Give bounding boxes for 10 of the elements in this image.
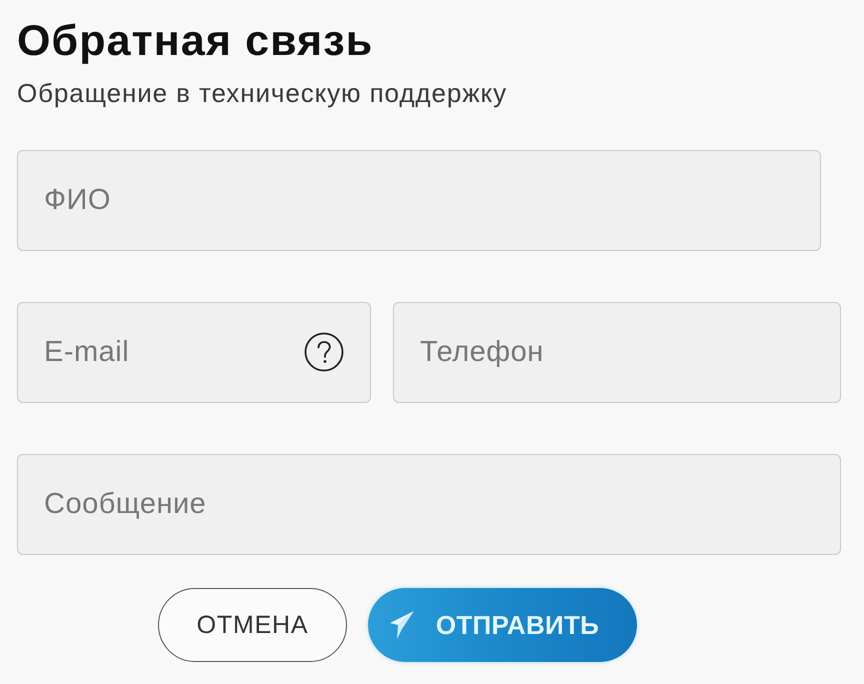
name-field[interactable]: ФИО [17, 150, 821, 251]
email-field[interactable]: E-mail [17, 302, 371, 403]
cancel-button[interactable]: ОТМЕНА [158, 588, 347, 662]
help-icon[interactable] [304, 332, 344, 372]
phone-field[interactable]: Телефон [393, 302, 841, 403]
send-button[interactable]: ОТПРАВИТЬ [368, 588, 637, 662]
form-subtitle: Обращение в техническую поддержку [17, 78, 508, 108]
paper-plane-icon [390, 611, 414, 639]
form-title: Обратная связь [17, 16, 374, 66]
message-field[interactable]: Сообщение [17, 454, 841, 555]
